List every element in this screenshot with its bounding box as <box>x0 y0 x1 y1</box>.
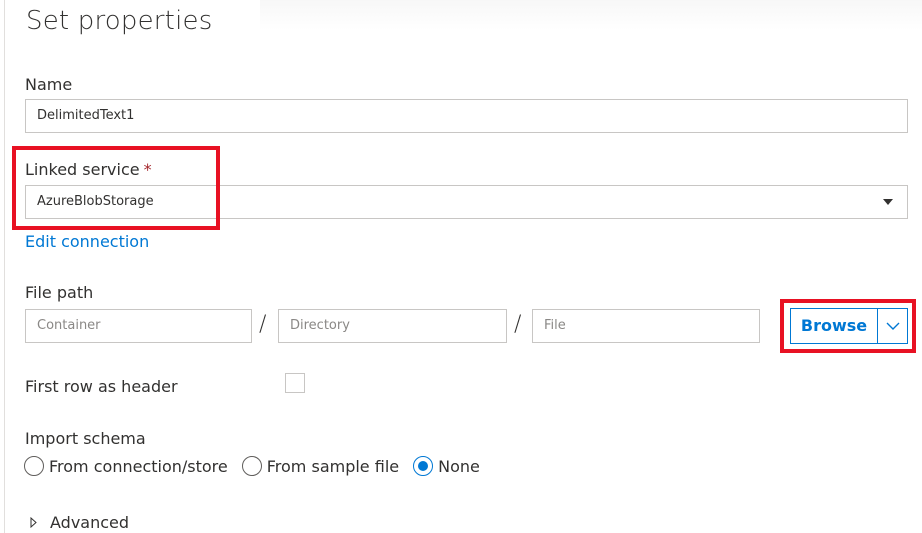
radio-label: From connection/store <box>49 456 228 476</box>
radio-none[interactable]: None <box>413 456 480 476</box>
radio-from-connection-store[interactable]: From connection/store <box>24 456 228 476</box>
name-label: Name <box>25 75 73 94</box>
radio-circle[interactable] <box>241 456 262 476</box>
linked-service-value: AzureBlobStorage <box>37 194 154 209</box>
path-separator: / <box>514 312 522 337</box>
panel-left-border <box>4 0 5 533</box>
radio-label: From sample file <box>266 456 400 476</box>
chevron-right-icon <box>30 517 37 528</box>
edit-connection-link[interactable]: Edit connection <box>25 232 149 251</box>
import-schema-options: From connection/store From sample file N… <box>24 456 494 476</box>
caret-down-icon[interactable] <box>883 199 893 205</box>
file-input[interactable]: File <box>532 309 760 343</box>
name-input[interactable]: DelimitedText1 <box>25 99 908 133</box>
file-path-label: File path <box>25 283 94 302</box>
linked-service-select[interactable]: AzureBlobStorage <box>25 185 908 219</box>
directory-input[interactable]: Directory <box>278 309 507 343</box>
linked-service-label-text: Linked service <box>25 160 140 179</box>
advanced-toggle[interactable]: Advanced <box>30 513 129 532</box>
radio-from-sample-file[interactable]: From sample file <box>241 456 400 476</box>
chevron-down-icon <box>886 322 899 330</box>
radio-circle[interactable] <box>24 456 44 476</box>
advanced-label: Advanced <box>50 513 130 532</box>
radio-selected-dot <box>418 461 429 471</box>
first-row-header-checkbox[interactable] <box>285 373 305 393</box>
browse-dropdown-button[interactable] <box>878 309 907 343</box>
first-row-header-label: First row as header <box>25 377 178 396</box>
path-separator: / <box>259 312 267 337</box>
header-background <box>260 0 922 30</box>
radio-circle-selected[interactable] <box>413 456 434 476</box>
linked-service-label: Linked service * <box>25 160 152 179</box>
radio-label: None <box>438 456 480 476</box>
container-input[interactable]: Container <box>25 309 252 343</box>
browse-split-button[interactable]: Browse <box>790 308 908 344</box>
page-title: Set properties <box>26 6 213 36</box>
import-schema-label: Import schema <box>25 429 146 448</box>
browse-button[interactable]: Browse <box>791 309 878 343</box>
required-marker: * <box>143 160 152 179</box>
